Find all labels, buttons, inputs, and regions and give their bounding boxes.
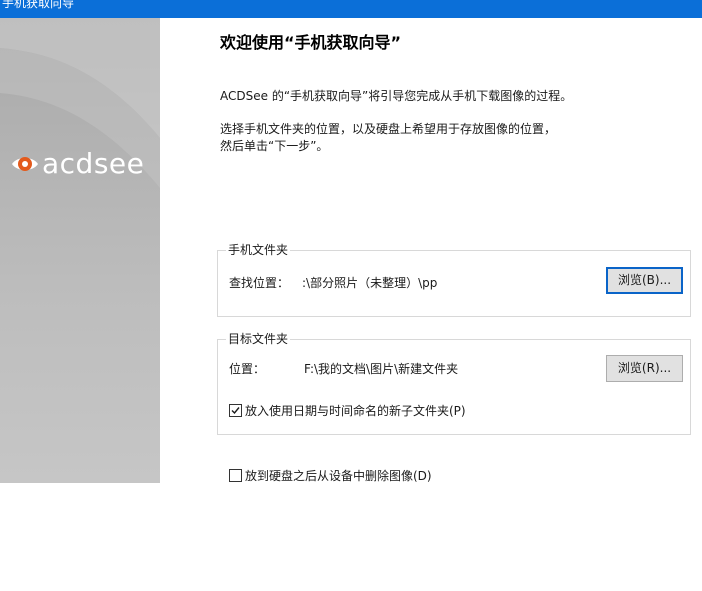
phone-location-value: :\部分照片（未整理）\pp bbox=[302, 276, 438, 290]
date-subfolder-checkbox[interactable]: 放入使用日期与时间命名的新子文件夹(P) bbox=[229, 402, 466, 419]
acdsee-logo: acdsee bbox=[10, 146, 144, 182]
delete-after-checkbox[interactable]: 放到硬盘之后从设备中删除图像(D) bbox=[229, 467, 432, 484]
title-bar: 手机获取向导 bbox=[0, 0, 702, 18]
target-location-value: F:\我的文档\图片\新建文件夹 bbox=[304, 362, 459, 376]
intro-text: ACDSee 的“手机获取向导”将引导您完成从手机下载图像的过程。 bbox=[220, 89, 573, 103]
checkbox-box[interactable] bbox=[229, 404, 242, 417]
phone-browse-button[interactable]: 浏览(B)... bbox=[606, 267, 683, 294]
phone-folder-group: 手机文件夹 查找位置： :\部分照片（未整理）\pp 浏览(B)... bbox=[217, 242, 691, 317]
page-title: 欢迎使用“手机获取向导” bbox=[220, 33, 402, 52]
window-title: 手机获取向导 bbox=[2, 0, 75, 10]
date-subfolder-label: 放入使用日期与时间命名的新子文件夹(P) bbox=[245, 404, 466, 418]
checkmark-icon bbox=[231, 407, 240, 415]
delete-after-label: 放到硬盘之后从设备中删除图像(D) bbox=[245, 469, 432, 483]
phone-location-label: 查找位置： bbox=[229, 276, 290, 290]
instruction-line-1: 选择手机文件夹的位置，以及硬盘上希望用于存放图像的位置， bbox=[220, 122, 557, 136]
phone-folder-legend: 手机文件夹 bbox=[226, 242, 291, 258]
instruction-line-2: 然后单击“下一步”。 bbox=[220, 139, 329, 153]
acdsee-eye-icon bbox=[12, 157, 38, 171]
sidebar-banner: acdsee bbox=[0, 18, 160, 591]
checkbox-box[interactable] bbox=[229, 469, 242, 482]
instruction-text: 选择手机文件夹的位置，以及硬盘上希望用于存放图像的位置， 然后单击“下一步”。 bbox=[220, 121, 556, 155]
target-browse-button[interactable]: 浏览(R)... bbox=[606, 355, 683, 382]
logo-wordmark: acdsee bbox=[42, 147, 145, 180]
target-location-label: 位置： bbox=[229, 362, 266, 376]
target-folder-legend: 目标文件夹 bbox=[226, 331, 291, 347]
target-folder-group: 目标文件夹 位置： F:\我的文档\图片\新建文件夹 浏览(R)... 放入使用… bbox=[217, 331, 691, 435]
sidebar-swoosh-decoration bbox=[0, 18, 160, 188]
